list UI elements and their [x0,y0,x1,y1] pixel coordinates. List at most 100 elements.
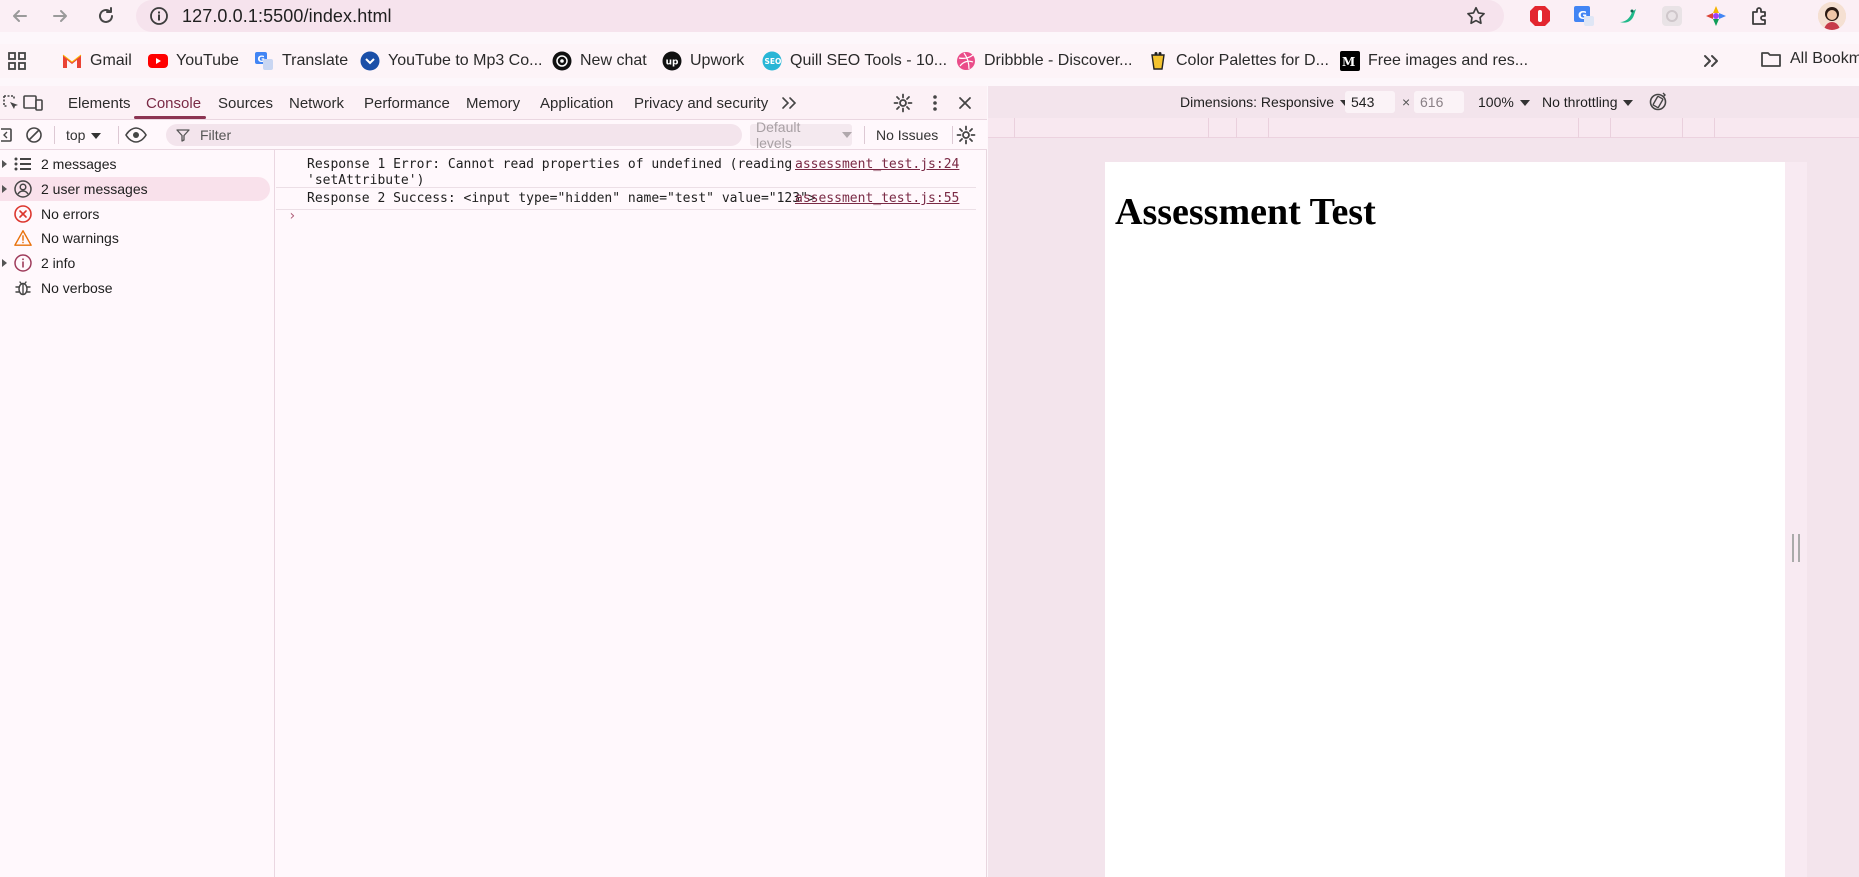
apps-grid-icon[interactable] [6,50,28,72]
clear-console-icon[interactable] [25,126,43,144]
tab-memory[interactable]: Memory [466,95,520,112]
warning-icon [14,229,32,247]
tab-network[interactable]: Network [289,95,344,112]
live-expression-eye-icon[interactable] [125,126,147,144]
bookmark-star-icon[interactable] [1464,4,1488,28]
url-text[interactable]: 127.0.0.1:5500/index.html [182,6,392,27]
bug-icon [14,279,32,297]
console-source-link[interactable]: assessment_test.js:55 [795,191,959,206]
address-bar-row: 127.0.0.1:5500/index.html G [0,0,1859,32]
inspect-element-icon[interactable] [0,92,22,114]
console-prompt-chevron-icon[interactable]: › [288,208,296,224]
sidebar-item-errors[interactable]: No errors [0,202,270,226]
media-query-ruler[interactable] [988,118,1859,138]
expand-arrow-icon[interactable] [2,160,7,168]
dimensions-dropdown[interactable]: Dimensions: Responsive [1180,94,1351,110]
console-message[interactable]: Response 2 Success: <input type="hidden"… [276,188,976,210]
bookmark-color-palettes[interactable]: Color Palettes for D... [1148,48,1329,74]
more-tabs-icon[interactable] [778,92,800,114]
list-icon [14,155,32,173]
download-icon [360,51,380,71]
opera-extension-icon[interactable] [1528,4,1552,28]
filter-input[interactable]: Filter [166,124,742,146]
bookmark-new-chat[interactable]: New chat [552,48,647,74]
bookmarks-overflow-icon[interactable] [1700,50,1722,72]
width-input[interactable]: 543 [1345,91,1395,113]
console-toolbar: top Filter Default levels No Issues [0,119,987,151]
tab-console[interactable]: Console [146,95,201,112]
dribbble-icon [956,51,976,71]
bookmark-gmail[interactable]: Gmail [62,48,132,74]
user-icon [14,180,32,198]
translate-icon: G [254,51,274,71]
log-levels-dropdown[interactable]: Default levels [750,119,852,151]
bookmark-youtube-mp3[interactable]: YouTube to Mp3 Co... [360,48,542,74]
toolbar-separator [118,126,119,144]
console-message[interactable]: Response 1 Error: Cannot read properties… [276,150,976,188]
bird-extension-icon[interactable] [1616,4,1640,28]
devtools-tab-bar: Elements Console Sources Network Perform… [0,86,987,120]
back-icon[interactable] [6,2,34,30]
forward-icon[interactable] [46,2,74,30]
tab-sources[interactable]: Sources [218,95,273,112]
omnibox[interactable]: 127.0.0.1:5500/index.html [136,0,1504,32]
openai-icon [552,51,572,71]
error-icon [14,205,32,223]
translate-extension-icon[interactable]: G [1572,4,1596,28]
device-toolbar-icon[interactable] [22,92,44,114]
rotate-icon[interactable] [1648,92,1668,112]
throttling-dropdown[interactable]: No throttling [1542,94,1634,110]
sidebar-item-info[interactable]: 2 info [0,251,270,275]
bookmark-youtube[interactable]: YouTube [148,48,239,74]
tab-performance[interactable]: Performance [364,95,450,112]
devtools-panel: Elements Console Sources Network Perform… [0,86,987,877]
sidebar-item-messages[interactable]: 2 messages [0,152,270,176]
extensions-puzzle-icon[interactable] [1748,4,1772,28]
tab-application[interactable]: Application [540,95,613,112]
grey-extension-icon[interactable] [1660,4,1684,28]
upwork-icon: up [662,51,682,71]
bookmark-translate[interactable]: G Translate [254,48,348,74]
reload-icon[interactable] [92,2,120,30]
profile-avatar[interactable] [1818,2,1846,30]
toolbar-separator [54,126,55,144]
expand-arrow-icon[interactable] [2,185,7,193]
toolbar-separator [952,126,953,144]
height-input[interactable]: 616 [1414,91,1464,113]
settings-gear-icon[interactable] [892,92,914,114]
chevron-down-icon [842,132,852,138]
console-sidebar: 2 messages 2 user messages No errors No … [0,150,275,877]
console-output[interactable]: Response 1 Error: Cannot read properties… [276,150,986,877]
sidebar-item-user-messages[interactable]: 2 user messages [0,177,270,201]
bookmark-upwork[interactable]: up Upwork [662,48,744,74]
zoom-dropdown[interactable]: 100% [1478,94,1530,110]
expand-arrow-icon[interactable] [2,259,7,267]
sidebar-item-verbose[interactable]: No verbose [0,276,270,300]
color-picker-extension-icon[interactable] [1704,4,1728,28]
console-settings-gear-icon[interactable] [956,125,976,145]
device-emulation-area: Dimensions: Responsive 543 × 616 100% No… [988,86,1859,877]
bookmark-quill-seo[interactable]: SEO Quill SEO Tools - 10... [762,48,947,74]
context-selector[interactable]: top [66,127,102,143]
palette-icon [1148,51,1168,71]
kebab-menu-icon[interactable] [924,92,946,114]
issues-counter[interactable]: No Issues [876,127,938,143]
console-message-text: Response 2 Success: <input type="hidden"… [307,191,816,206]
all-bookmarks[interactable]: All Bookm [1760,48,1859,70]
tab-elements[interactable]: Elements [68,95,131,112]
sidebar-item-warnings[interactable]: No warnings [0,226,270,250]
console-source-link[interactable]: assessment_test.js:24 [795,157,959,172]
page-heading: Assessment Test [1115,191,1376,233]
site-info-icon[interactable] [148,5,170,27]
bookmark-free-images[interactable]: M Free images and res... [1340,48,1528,74]
info-icon [14,254,32,272]
emulated-viewport[interactable]: Assessment Test [1105,162,1785,877]
resize-handle[interactable] [1792,534,1800,562]
tab-privacy-security[interactable]: Privacy and security [634,95,768,112]
bookmark-dribbble[interactable]: Dribbble - Discover... [956,48,1133,74]
close-devtools-icon[interactable] [954,92,976,114]
svg-text:up: up [666,58,679,68]
youtube-icon [148,51,168,71]
bookmarks-bar: Gmail YouTube G Translate YouTube to Mp3… [0,44,1859,78]
sidebar-toggle-icon[interactable] [0,127,14,143]
